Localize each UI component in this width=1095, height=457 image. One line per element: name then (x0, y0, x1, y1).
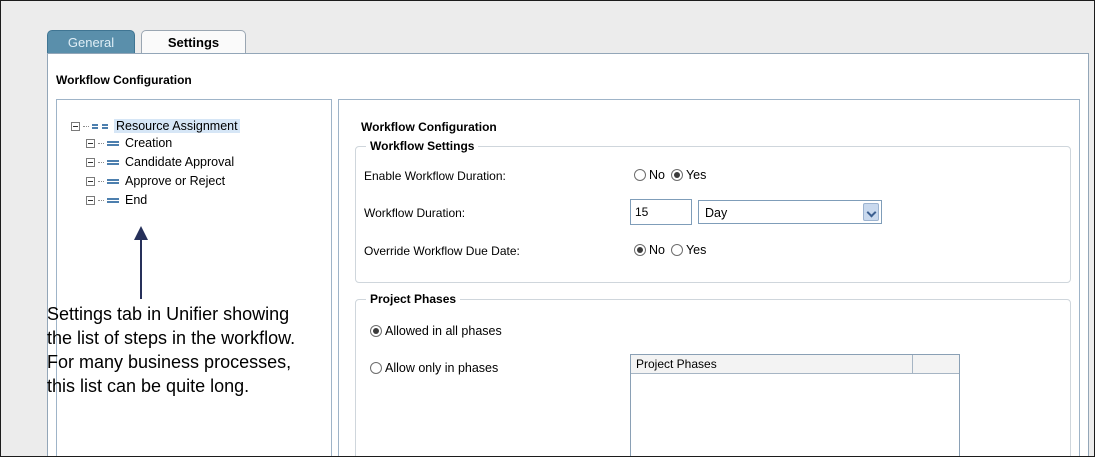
tree-node-icon (107, 159, 119, 165)
tree-item-label: Resource Assignment (114, 119, 240, 133)
enable-duration-no-radio[interactable] (634, 169, 646, 181)
annotation-caption: Settings tab in Unifier showing the list… (47, 304, 296, 396)
enable-duration-label: Enable Workflow Duration: (364, 169, 506, 183)
annotation-arrow-icon (134, 226, 148, 240)
workflow-configuration-panel: Workflow Configuration Workflow Settings… (338, 99, 1080, 456)
tree-item-root[interactable]: Resource Assignment (71, 119, 240, 133)
tree-collapse-icon[interactable] (71, 121, 80, 131)
tree-collapse-icon[interactable] (86, 138, 95, 148)
tree-item-step[interactable]: Candidate Approval (86, 155, 234, 169)
enable-duration-radio-group: No Yes (634, 168, 712, 182)
tree-collapse-icon[interactable] (86, 195, 95, 205)
workflow-settings-group: Workflow Settings Enable Workflow Durati… (355, 139, 1071, 283)
tree-node-icon (107, 197, 119, 203)
override-yes-radio[interactable] (670, 244, 683, 256)
duration-input[interactable]: 15 (630, 199, 692, 225)
annotation-arrow-line (140, 239, 142, 299)
override-due-date-label: Override Workflow Due Date: (364, 244, 520, 258)
tree-item-label: Candidate Approval (125, 155, 235, 169)
allow-only-phases-radio[interactable] (370, 362, 382, 374)
grid-header-project-phases[interactable]: Project Phases (636, 357, 717, 371)
tab-general[interactable]: General (47, 30, 135, 53)
tree-item-step[interactable]: Creation (86, 136, 172, 150)
tree-node-icon (107, 140, 119, 146)
duration-unit-select[interactable]: Day (698, 200, 882, 224)
tree-collapse-icon[interactable] (86, 176, 95, 186)
override-no-radio[interactable] (634, 244, 646, 256)
override-due-date-radio-group: No Yes (634, 243, 712, 257)
configuration-title: Workflow Configuration (361, 120, 497, 134)
project-phases-grid[interactable]: Project Phases (630, 354, 960, 456)
workflow-settings-legend: Workflow Settings (366, 139, 479, 153)
tree-item-label: Approve or Reject (125, 174, 226, 188)
chevron-down-icon[interactable] (863, 203, 879, 221)
tree-item-label: Creation (125, 136, 173, 150)
tree-node-icon (92, 123, 108, 129)
duration-unit-value: Day (705, 206, 728, 220)
window-frame: General Settings Workflow Configuration … (0, 0, 1095, 457)
panel-title: Workflow Configuration (56, 73, 192, 87)
tree-collapse-icon[interactable] (86, 157, 95, 167)
allowed-all-phases-radio[interactable] (370, 325, 382, 337)
enable-duration-yes-radio[interactable] (670, 169, 683, 181)
project-phases-legend: Project Phases (366, 292, 461, 306)
tab-settings[interactable]: Settings (141, 30, 246, 54)
allow-only-phases-option: Allow only in phases (370, 361, 504, 375)
tree-node-icon (107, 178, 119, 184)
tree-item-step[interactable]: Approve or Reject (86, 174, 225, 188)
workflow-tree-panel: Resource Assignment Creation Candidate A… (56, 99, 332, 456)
project-phases-group: Project Phases Allowed in all phases All… (355, 292, 1071, 456)
tree-item-label: End (125, 193, 148, 207)
grid-header: Project Phases (631, 355, 959, 374)
tree-item-step[interactable]: End (86, 193, 147, 207)
duration-label: Workflow Duration: (364, 206, 466, 220)
allowed-all-phases-option: Allowed in all phases (370, 324, 508, 338)
